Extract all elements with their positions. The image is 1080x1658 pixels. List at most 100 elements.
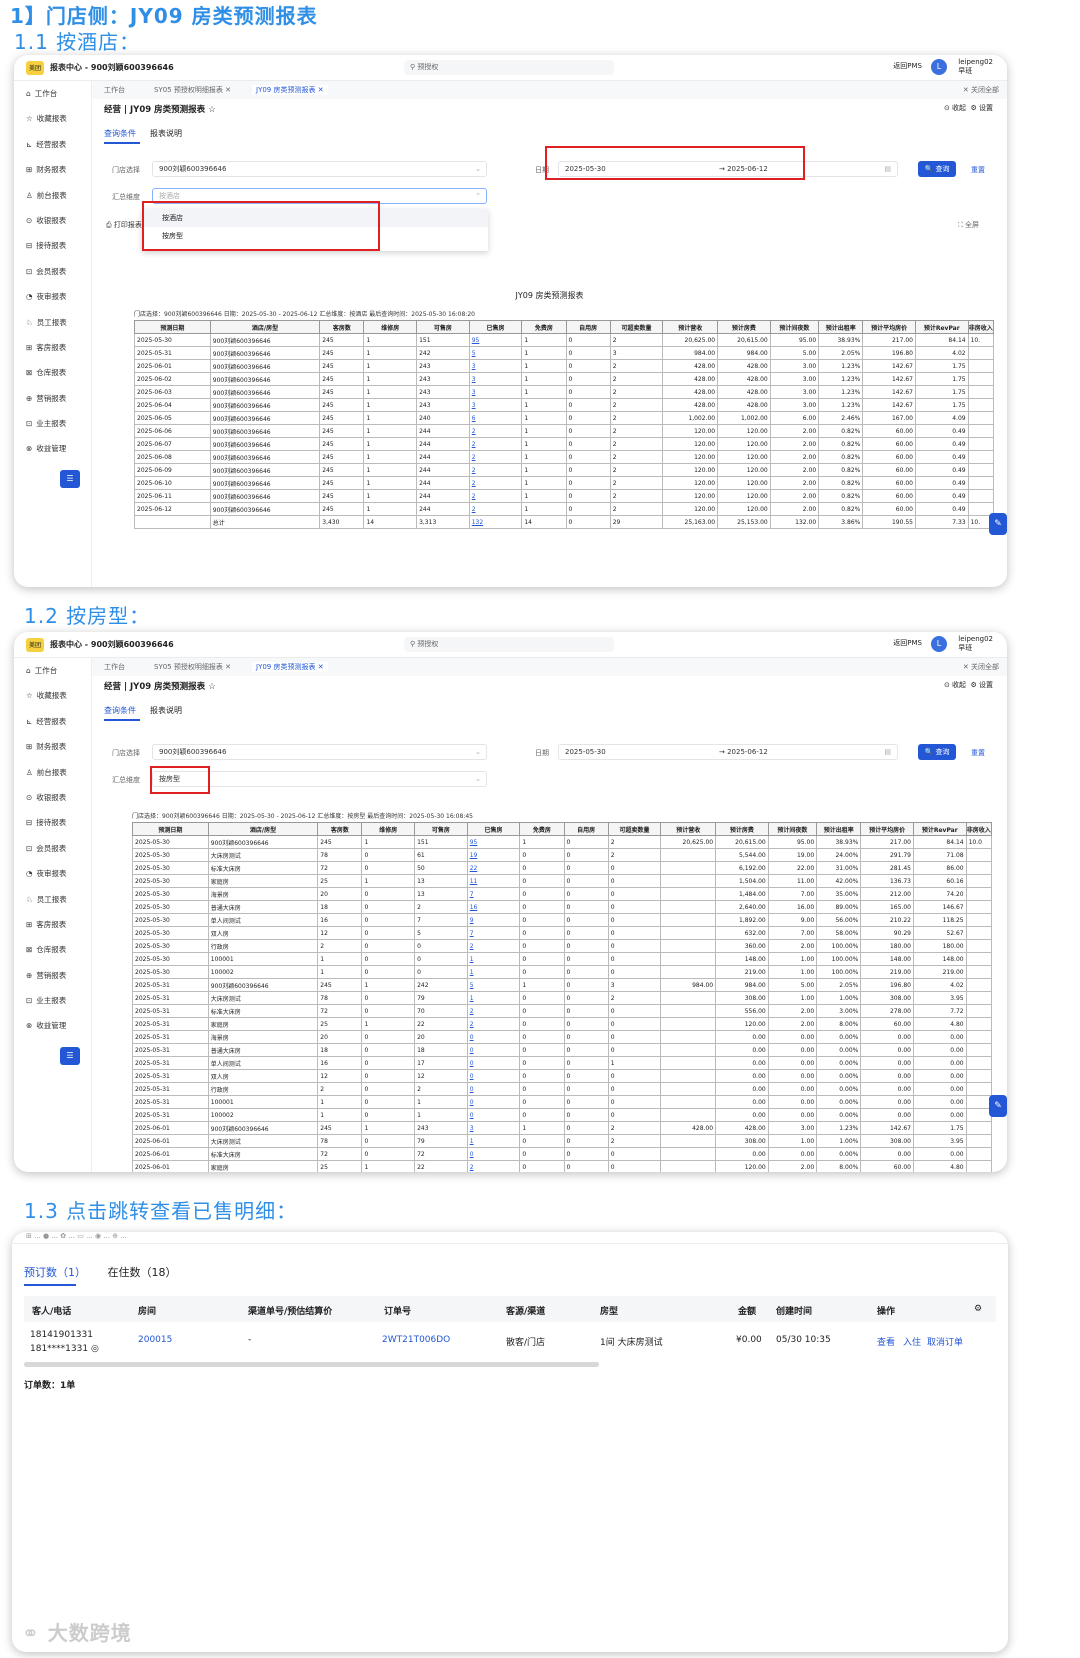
- sidebar-item[interactable]: ⊠ 仓库报表: [14, 937, 91, 962]
- collapse-button[interactable]: ⊙ 收起: [944, 104, 966, 112]
- room-link[interactable]: 200015: [138, 1335, 172, 1345]
- sidebar-item[interactable]: ⊞ 客房报表: [14, 912, 91, 937]
- close-all-button[interactable]: ✕ 关闭全部: [963, 662, 999, 672]
- store-select[interactable]: 900刘颖600396646 ⌄: [152, 744, 487, 760]
- sidebar-item[interactable]: ⊞ 财务报表: [14, 734, 91, 759]
- sold-rooms-link[interactable]: 2: [468, 424, 523, 438]
- fullscreen-button[interactable]: ⛶ 全屏: [958, 220, 979, 230]
- query-button[interactable]: 🔍 查询: [918, 744, 956, 760]
- order-link[interactable]: 2WT21T006DO: [382, 1335, 450, 1345]
- sidebar-item[interactable]: ⊡ 会员报表: [14, 836, 91, 861]
- sidebar-item[interactable]: ⌂ 工作台: [14, 658, 91, 683]
- tab-reservations[interactable]: 预订数（1）: [24, 1264, 86, 1280]
- sold-rooms-link[interactable]: 2: [468, 502, 523, 516]
- sidebar-item[interactable]: ⊟ 接待报表: [14, 233, 91, 258]
- print-button[interactable]: ⎙ 打印报表: [106, 220, 142, 230]
- collapse-button[interactable]: ⊙ 收起: [944, 681, 966, 689]
- sold-rooms-link[interactable]: 3: [468, 398, 523, 412]
- tab-workbench[interactable]: 工作台: [104, 662, 125, 672]
- tab-query-conditions[interactable]: 查询条件: [104, 129, 136, 138]
- sold-rooms-link[interactable]: 2: [468, 489, 523, 503]
- sold-rooms-link[interactable]: 2: [466, 939, 521, 953]
- search-input[interactable]: ⚲ 预授权: [404, 637, 614, 652]
- sidebar-item[interactable]: ☆ 收藏报表: [14, 106, 91, 131]
- view-link[interactable]: 查看: [877, 1335, 895, 1348]
- sold-rooms-link[interactable]: 6: [468, 411, 523, 425]
- sold-rooms-link[interactable]: 2: [468, 437, 523, 451]
- sidebar-item[interactable]: ⌂ 工作台: [14, 81, 91, 106]
- settings-button[interactable]: ⚙ 设置: [970, 104, 993, 112]
- sold-rooms-link[interactable]: 0: [466, 1069, 521, 1083]
- sidebar-item[interactable]: ♘ 员工报表: [14, 887, 91, 912]
- reset-button[interactable]: 重置: [971, 165, 985, 175]
- sold-rooms-link[interactable]: 11: [466, 874, 521, 888]
- sold-rooms-link[interactable]: 1: [466, 991, 521, 1005]
- avatar[interactable]: L: [931, 636, 947, 652]
- tab-jy09[interactable]: JY09 房类预测报表 ✕: [252, 662, 328, 672]
- sold-rooms-link[interactable]: 1: [466, 952, 521, 966]
- user-info[interactable]: leipeng02 早班: [958, 635, 993, 653]
- sidebar-item[interactable]: ◔ 夜审报表: [14, 861, 91, 886]
- back-pms-button[interactable]: 返回PMS: [893, 61, 922, 71]
- sold-rooms-link[interactable]: 2: [466, 1160, 521, 1172]
- sidebar-item[interactable]: ⊠ 仓库报表: [14, 360, 91, 385]
- close-all-button[interactable]: ✕ 关闭全部: [963, 85, 999, 95]
- sidebar-item[interactable]: ⊾ 经营报表: [14, 132, 91, 157]
- sidebar-item[interactable]: ⊡ 业主报表: [14, 411, 91, 436]
- sidebar-item[interactable]: ⊟ 接待报表: [14, 810, 91, 835]
- sold-rooms-link[interactable]: 132: [468, 515, 523, 529]
- tab-workbench[interactable]: 工作台: [104, 85, 125, 95]
- store-select[interactable]: 900刘颖600396646 ⌄: [152, 161, 487, 177]
- user-info[interactable]: leipeng02 早班: [958, 58, 993, 76]
- sold-rooms-link[interactable]: 5: [468, 346, 523, 360]
- sold-rooms-link[interactable]: 0: [466, 1043, 521, 1057]
- tab-report-description[interactable]: 报表说明: [150, 129, 182, 138]
- sold-rooms-link[interactable]: 3: [468, 385, 523, 399]
- sold-rooms-link[interactable]: 22: [466, 861, 521, 875]
- cancel-order-link[interactable]: 取消订单: [927, 1335, 963, 1348]
- sidebar-item[interactable]: ◔ 夜审报表: [14, 284, 91, 309]
- feedback-icon[interactable]: ✎: [989, 1095, 1007, 1117]
- sold-rooms-link[interactable]: 0: [466, 1095, 521, 1109]
- tab-query-conditions[interactable]: 查询条件: [104, 706, 136, 715]
- sidebar-item[interactable]: ⊞ 客房报表: [14, 335, 91, 360]
- sold-rooms-link[interactable]: 3: [466, 1121, 521, 1135]
- sidebar-item[interactable]: ♘ 员工报表: [14, 310, 91, 335]
- back-pms-button[interactable]: 返回PMS: [893, 638, 922, 648]
- tab-sy05[interactable]: SY05 预授权明细报表 ✕: [154, 85, 231, 95]
- sidebar-item[interactable]: ⊞ 财务报表: [14, 157, 91, 182]
- settings-button[interactable]: ⚙ 设置: [970, 681, 993, 689]
- sold-rooms-link[interactable]: 7: [466, 926, 521, 940]
- avatar[interactable]: L: [931, 59, 947, 75]
- sidebar-item[interactable]: ⊡ 会员报表: [14, 259, 91, 284]
- sidebar-item[interactable]: ⊕ 营销报表: [14, 963, 91, 988]
- sidebar-item[interactable]: ♙ 前台报表: [14, 760, 91, 785]
- tab-sy05[interactable]: SY05 预授权明细报表 ✕: [154, 662, 231, 672]
- sold-rooms-link[interactable]: 2: [466, 1004, 521, 1018]
- sidebar-item[interactable]: ⊕ 营销报表: [14, 386, 91, 411]
- query-button[interactable]: 🔍 查询: [918, 161, 956, 177]
- reset-button[interactable]: 重置: [971, 748, 985, 758]
- sold-rooms-link[interactable]: 2: [468, 463, 523, 477]
- sidebar-item[interactable]: ⊗ 收益管理: [14, 1013, 91, 1038]
- sold-rooms-link[interactable]: 0: [466, 1030, 521, 1044]
- sold-rooms-link[interactable]: 19: [466, 848, 521, 862]
- sold-rooms-link[interactable]: 2: [468, 450, 523, 464]
- sold-rooms-link[interactable]: 0: [466, 1147, 521, 1161]
- sold-rooms-link[interactable]: 95: [466, 835, 521, 849]
- sold-rooms-link[interactable]: 2: [466, 1017, 521, 1031]
- sold-rooms-link[interactable]: 9: [466, 913, 521, 927]
- tab-jy09[interactable]: JY09 房类预测报表 ✕: [252, 85, 328, 95]
- sold-rooms-link[interactable]: 95: [468, 333, 523, 347]
- sold-rooms-link[interactable]: 3: [468, 372, 523, 386]
- sold-rooms-link[interactable]: 7: [466, 887, 521, 901]
- sidebar-item[interactable]: ⊙ 收银报表: [14, 208, 91, 233]
- sidebar-item[interactable]: ⊾ 经营报表: [14, 709, 91, 734]
- date-range-input[interactable]: 2025-05-30 → 2025-06-12 ▤: [558, 744, 898, 760]
- sidebar-item[interactable]: ☆ 收藏报表: [14, 683, 91, 708]
- sold-rooms-link[interactable]: 16: [466, 900, 521, 914]
- gear-icon[interactable]: ⚙: [974, 1304, 982, 1314]
- sold-rooms-link[interactable]: 2: [468, 476, 523, 490]
- menu-toggle-icon[interactable]: ☰: [60, 1046, 80, 1065]
- search-input[interactable]: ⚲ 预授权: [404, 60, 614, 75]
